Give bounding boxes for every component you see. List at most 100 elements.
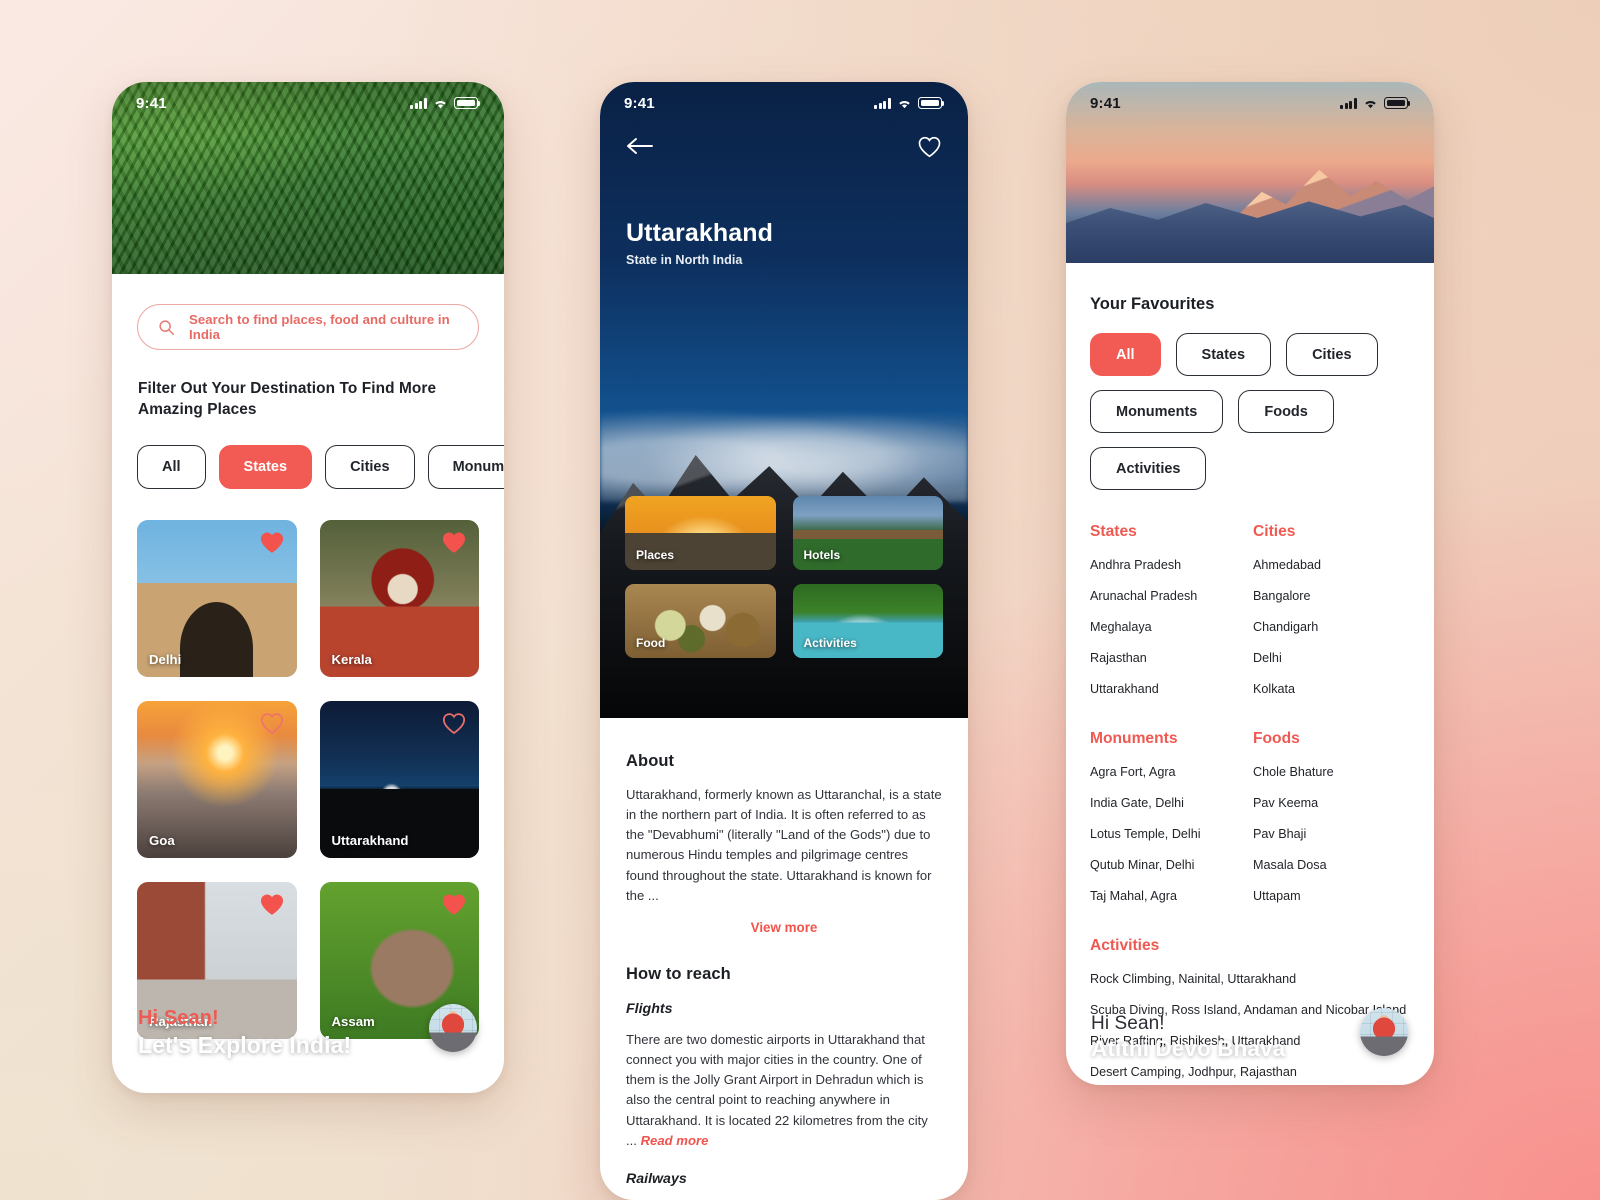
list-item[interactable]: Kolkata [1253, 682, 1410, 696]
status-clock: 9:41 [1090, 94, 1121, 112]
list-item[interactable]: Andhra Pradesh [1090, 558, 1247, 572]
list-item[interactable]: Ahmedabad [1253, 558, 1410, 572]
favourites-hero-text: Hi Sean! Atithi Devo Bhava [1091, 1013, 1285, 1062]
heart-outline-icon[interactable] [917, 135, 942, 158]
avatar[interactable] [1360, 1008, 1408, 1056]
filter-chip-all[interactable]: All [137, 445, 206, 489]
list-item[interactable]: Arunachal Pradesh [1090, 589, 1247, 603]
search-input[interactable]: Search to find places, food and culture … [137, 304, 479, 350]
category-tile-food[interactable]: Food [625, 584, 776, 658]
category-tile-hotels[interactable]: Hotels [792, 496, 943, 570]
favourite-heart-filled-icon[interactable] [441, 892, 467, 916]
destination-card[interactable]: Kerala [319, 520, 479, 677]
filter-chip-foods[interactable]: Foods [1238, 390, 1334, 433]
favourite-heart-outline-icon[interactable] [259, 711, 285, 735]
favourites-group-cities: Cities Ahmedabad Bangalore Chandigarh De… [1253, 523, 1410, 713]
list-item[interactable]: Meghalaya [1090, 620, 1247, 634]
filter-chip-states[interactable]: States [218, 445, 313, 489]
category-tile-grid: Places Hotels Food Activities [625, 496, 943, 658]
filter-chip-monuments[interactable]: Monuments [427, 445, 504, 489]
filter-chip-monuments[interactable]: Monuments [1090, 390, 1224, 433]
list-item[interactable]: Qutub Minar, Delhi [1090, 858, 1247, 872]
list-item[interactable]: Chandigarh [1253, 620, 1410, 634]
how-to-reach-heading: How to reach [626, 964, 731, 983]
filter-chip-states[interactable]: States [1175, 333, 1272, 376]
phone-screen-home: 9:41 Hi Sean! Let's Explore India! Searc… [112, 82, 504, 1093]
status-icons [874, 97, 945, 109]
favourites-group-activities: Activities Rock Climbing, Nainital, Utta… [1090, 937, 1410, 1085]
battery-full-icon [918, 97, 945, 109]
cellular-bars-icon [410, 98, 427, 109]
group-heading: Monuments [1090, 730, 1178, 747]
page-title: Atithi Devo Bhava [1091, 1036, 1286, 1061]
list-item[interactable]: Uttarakhand [1090, 682, 1247, 696]
search-icon [159, 319, 175, 335]
flights-text: There are two domestic airports in Uttar… [626, 1030, 942, 1151]
list-item[interactable]: Delhi [1253, 651, 1410, 665]
favourites-group-monuments: Monuments Agra Fort, Agra India Gate, De… [1090, 730, 1247, 920]
favourite-heart-filled-icon[interactable] [259, 892, 285, 916]
list-item[interactable]: Uttapam [1253, 889, 1410, 903]
filter-heading: Filter Out Your Destination To Find More… [138, 380, 437, 418]
view-more-link[interactable]: View more [626, 920, 942, 935]
list-item[interactable]: Pav Bhaji [1253, 827, 1410, 841]
cellular-bars-icon [874, 98, 891, 109]
status-clock: 9:41 [624, 94, 655, 112]
favourite-heart-filled-icon[interactable] [259, 530, 285, 554]
destination-card[interactable]: Uttarakhand [319, 701, 479, 858]
detail-topbar [600, 124, 968, 168]
avatar[interactable] [429, 1004, 477, 1052]
filter-chip-cities[interactable]: Cities [1286, 333, 1378, 376]
destination-card[interactable]: Delhi [137, 520, 297, 677]
filter-chip-cities[interactable]: Cities [325, 445, 415, 489]
list-item[interactable]: India Gate, Delhi [1090, 796, 1247, 810]
section-title: Your Favourites [1090, 295, 1215, 313]
page-title: Let's Explore India! [138, 1032, 352, 1058]
detail-hero-text: Uttarakhand State in North India [626, 219, 773, 267]
wifi-icon [897, 98, 912, 109]
about-heading: About [626, 752, 675, 770]
detail-body: About Uttarakhand, formerly known as Utt… [600, 718, 968, 1200]
flights-body: There are two domestic airports in Uttar… [626, 1031, 928, 1148]
list-item[interactable]: Masala Dosa [1253, 858, 1410, 872]
page-subtitle: State in North India [626, 253, 743, 267]
list-item[interactable]: Rock Climbing, Nainital, Uttarakhand [1090, 972, 1410, 986]
railways-label: Railways [626, 1170, 687, 1187]
destination-label: Goa [149, 833, 175, 848]
category-tile-label: Food [636, 636, 666, 650]
wifi-icon [1363, 98, 1378, 109]
list-item[interactable]: Agra Fort, Agra [1090, 765, 1247, 779]
favourite-heart-filled-icon[interactable] [441, 530, 467, 554]
favourites-group-foods: Foods Chole Bhature Pav Keema Pav Bhaji … [1253, 730, 1410, 920]
search-placeholder: Search to find places, food and culture … [189, 312, 450, 342]
status-bar: 9:41 [112, 82, 504, 124]
list-item[interactable]: Desert Camping, Jodhpur, Rajasthan [1090, 1065, 1410, 1079]
battery-full-icon [1384, 97, 1411, 109]
category-tile-activities[interactable]: Activities [792, 584, 943, 658]
read-more-link[interactable]: Read more [641, 1133, 709, 1148]
phone-screen-detail: 9:41 Uttarakhand State in North India Pl… [600, 82, 968, 1200]
list-item[interactable]: Pav Keema [1253, 796, 1410, 810]
status-bar: 9:41 [1066, 82, 1434, 124]
list-item[interactable]: Lotus Temple, Delhi [1090, 827, 1247, 841]
favourites-group-states: States Andhra Pradesh Arunachal Pradesh … [1090, 523, 1247, 713]
list-item[interactable]: Bangalore [1253, 589, 1410, 603]
group-heading: Foods [1253, 730, 1300, 747]
favourite-heart-outline-icon[interactable] [441, 711, 467, 735]
list-item[interactable]: Taj Mahal, Agra [1090, 889, 1247, 903]
list-item[interactable]: Chole Bhature [1253, 765, 1410, 779]
status-bar: 9:41 [600, 82, 968, 124]
search-container: Search to find places, food and culture … [137, 304, 479, 350]
list-item[interactable]: Rajasthan [1090, 651, 1247, 665]
category-tile-label: Places [636, 548, 675, 562]
category-tile-label: Hotels [803, 548, 841, 562]
category-tile-places[interactable]: Places [625, 496, 776, 570]
filter-chip-activities[interactable]: Activities [1090, 447, 1207, 490]
wifi-icon [433, 98, 448, 109]
arrow-left-icon[interactable] [626, 137, 654, 155]
destination-card[interactable]: Goa [137, 701, 297, 858]
page-title: Uttarakhand [626, 219, 773, 247]
favourites-body: Your Favourites All States Cities Monume… [1066, 263, 1434, 1085]
destination-label: Kerala [331, 652, 372, 667]
filter-chip-all[interactable]: All [1090, 333, 1161, 376]
